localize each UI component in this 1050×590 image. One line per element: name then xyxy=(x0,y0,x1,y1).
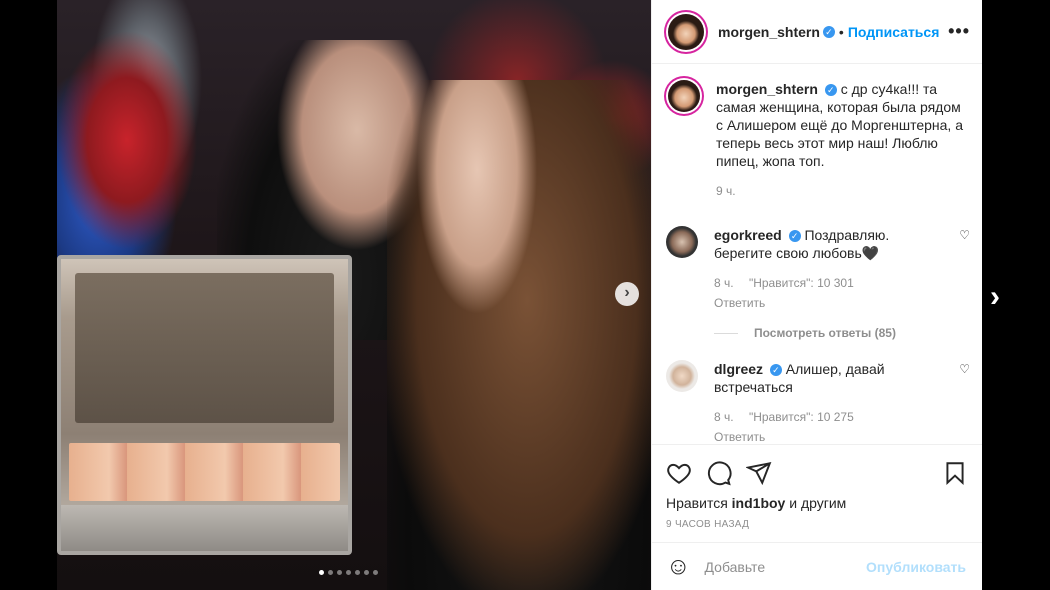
view-replies-button[interactable]: Посмотреть ответы (85) xyxy=(714,326,970,340)
briefcase-money xyxy=(69,443,340,501)
like-comment-heart-icon[interactable]: ♡ xyxy=(959,228,970,312)
likes-user[interactable]: ind1boy xyxy=(732,495,786,511)
reply-button[interactable]: Ответить xyxy=(714,294,951,312)
carousel-dots xyxy=(319,570,378,575)
comment-username[interactable]: egorkreed xyxy=(714,227,782,243)
author-avatar[interactable] xyxy=(668,13,704,50)
carousel-dot xyxy=(346,570,351,575)
like-heart-icon[interactable] xyxy=(666,460,692,486)
comment-username[interactable]: dlgreez xyxy=(714,361,763,377)
carousel-dot xyxy=(364,570,369,575)
carousel-dot xyxy=(328,570,333,575)
next-post-arrow-icon[interactable]: › xyxy=(990,280,1000,314)
replies-divider xyxy=(714,332,738,334)
post-photo[interactable]: › xyxy=(57,0,651,590)
comment-input[interactable]: Добавьте xyxy=(705,559,867,575)
comments-section[interactable]: morgen_shtern ✓ с др су4ка!!! та самая ж… xyxy=(652,64,982,444)
carousel-next-button[interactable]: › xyxy=(615,282,639,306)
photo-woman xyxy=(387,80,651,590)
photo-briefcase xyxy=(57,255,352,555)
verified-icon: ✓ xyxy=(824,84,837,97)
like-comment-heart-icon[interactable]: ♡ xyxy=(959,362,970,444)
carousel-dot xyxy=(319,570,324,575)
caption-time: 9 ч. xyxy=(716,184,736,198)
comment-meta: 8 ч. "Нравится": 10 275 xyxy=(714,408,951,426)
likes-prefix: Нравится xyxy=(666,495,728,511)
verified-icon: ✓ xyxy=(769,364,782,377)
comment-meta: 8 ч. "Нравится": 10 301 xyxy=(714,274,951,292)
post-panel: morgen_shtern ✓ • Подписаться ••• morgen… xyxy=(651,0,982,590)
post-timestamp[interactable]: 9 ЧАСОВ НАЗАД xyxy=(666,519,968,530)
add-comment-bar: ☺ Добавьте Опубликовать xyxy=(652,542,982,590)
action-icons xyxy=(666,453,968,493)
comment-time[interactable]: 8 ч. xyxy=(714,410,734,424)
post-header: morgen_shtern ✓ • Подписаться ••• xyxy=(652,0,982,64)
verified-icon: ✓ xyxy=(788,230,801,243)
comment-likes[interactable]: "Нравится": 10 275 xyxy=(749,410,854,424)
carousel-dot xyxy=(373,570,378,575)
comment-row: egorkreed ✓ Поздравляю. берегите свою лю… xyxy=(666,226,970,312)
header-separator: • xyxy=(838,23,844,40)
more-options-icon[interactable]: ••• xyxy=(948,21,970,42)
photo-robot xyxy=(57,0,217,260)
likes-summary[interactable]: Нравится ind1boy и другим xyxy=(666,495,968,511)
follow-button[interactable]: Подписаться xyxy=(848,24,940,40)
likes-suffix: и другим xyxy=(789,495,847,511)
comment-avatar[interactable] xyxy=(666,226,698,258)
author-username[interactable]: morgen_shtern xyxy=(718,24,820,40)
caption-row: morgen_shtern ✓ с др су4ка!!! та самая ж… xyxy=(666,80,970,200)
caption-author-avatar[interactable] xyxy=(668,80,700,112)
post-modal: › morgen_shtern ✓ • Подписаться ••• morg… xyxy=(57,0,982,590)
comment-likes[interactable]: "Нравится": 10 301 xyxy=(749,276,854,290)
comment-avatar[interactable] xyxy=(666,360,698,392)
comment-row: dlgreez ✓ Алишер, давай встречаться 8 ч.… xyxy=(666,360,970,444)
emoji-icon[interactable]: ☺ xyxy=(666,553,691,581)
briefcase-base xyxy=(61,505,348,551)
reply-button[interactable]: Ответить xyxy=(714,428,951,444)
carousel-dot xyxy=(337,570,342,575)
briefcase-lid xyxy=(75,273,334,423)
post-actions: Нравится ind1boy и другим 9 ЧАСОВ НАЗАД xyxy=(652,444,982,542)
share-send-icon[interactable] xyxy=(746,460,772,486)
comment-bubble-icon[interactable] xyxy=(706,460,732,486)
bookmark-icon[interactable] xyxy=(942,460,968,486)
verified-icon: ✓ xyxy=(822,25,835,38)
caption-username[interactable]: morgen_shtern xyxy=(716,81,818,97)
comment-time[interactable]: 8 ч. xyxy=(714,276,734,290)
view-replies-label[interactable]: Посмотреть ответы (85) xyxy=(754,326,896,340)
carousel-dot xyxy=(355,570,360,575)
publish-button[interactable]: Опубликовать xyxy=(866,559,966,575)
